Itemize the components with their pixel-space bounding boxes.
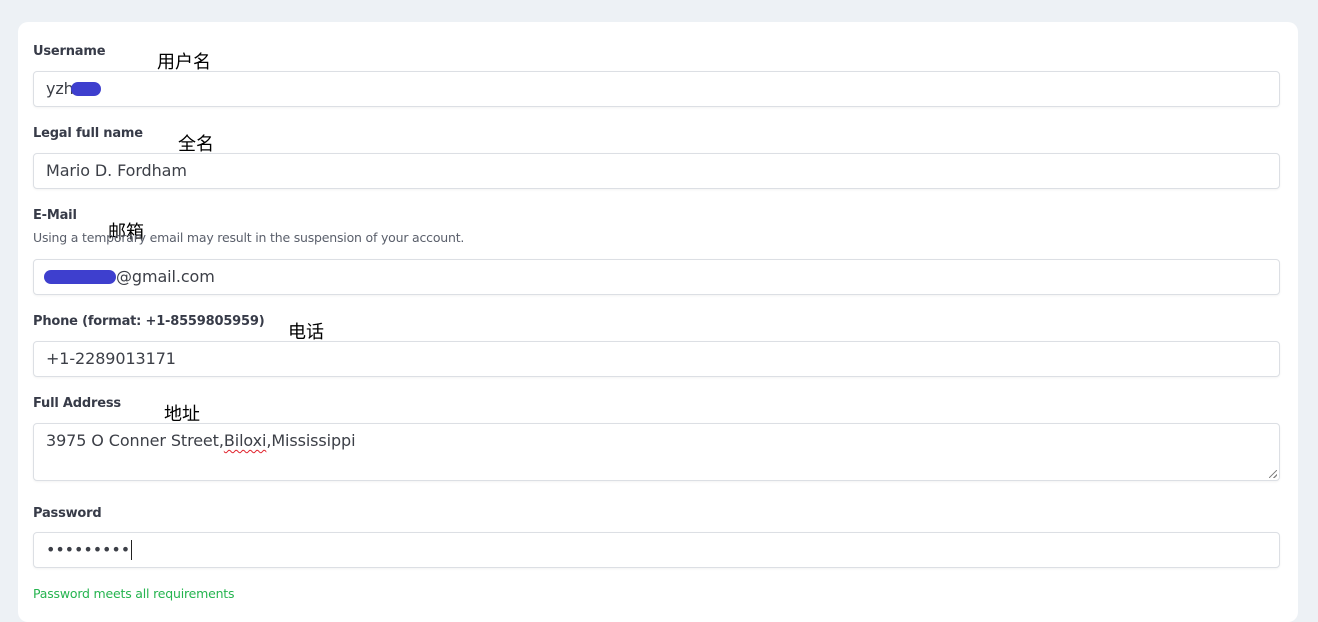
password-label: Password xyxy=(33,506,102,521)
address-value-suffix: ,Mississippi xyxy=(266,431,356,450)
text-caret xyxy=(131,539,133,560)
password-status-message: Password meets all requirements xyxy=(33,586,235,601)
full-name-input[interactable]: Mario D. Fordham xyxy=(33,153,1280,189)
email-label: E-Mail xyxy=(33,208,77,223)
address-misspelled-word: Biloxi xyxy=(223,431,267,450)
password-masked-value: ••••••••• xyxy=(46,540,131,559)
password-input[interactable]: ••••••••• xyxy=(33,532,1280,568)
username-label: Username xyxy=(33,44,106,59)
resize-handle-icon[interactable] xyxy=(1269,470,1277,478)
signup-form-card: Username 用户名 yzh Legal full name 全名 Mari… xyxy=(18,22,1298,622)
email-value: @gmail.com xyxy=(116,267,215,286)
redaction-mark xyxy=(44,269,116,284)
redaction-mark xyxy=(70,81,101,96)
phone-label: Phone (format: +1-8559805959) xyxy=(33,314,265,329)
address-textarea[interactable]: 3975 O Conner Street,Biloxi,Mississippi xyxy=(33,423,1280,481)
phone-input[interactable]: +1-2289013171 xyxy=(33,341,1280,377)
username-input[interactable]: yzh xyxy=(33,71,1280,107)
email-input[interactable]: @gmail.com xyxy=(33,259,1280,295)
email-help-text: Using a temporary email may result in th… xyxy=(33,230,465,245)
address-value-prefix: 3975 O Conner Street, xyxy=(46,431,224,450)
username-value: yzh xyxy=(46,79,74,98)
address-label: Full Address xyxy=(33,396,121,411)
full-name-label: Legal full name xyxy=(33,126,143,141)
